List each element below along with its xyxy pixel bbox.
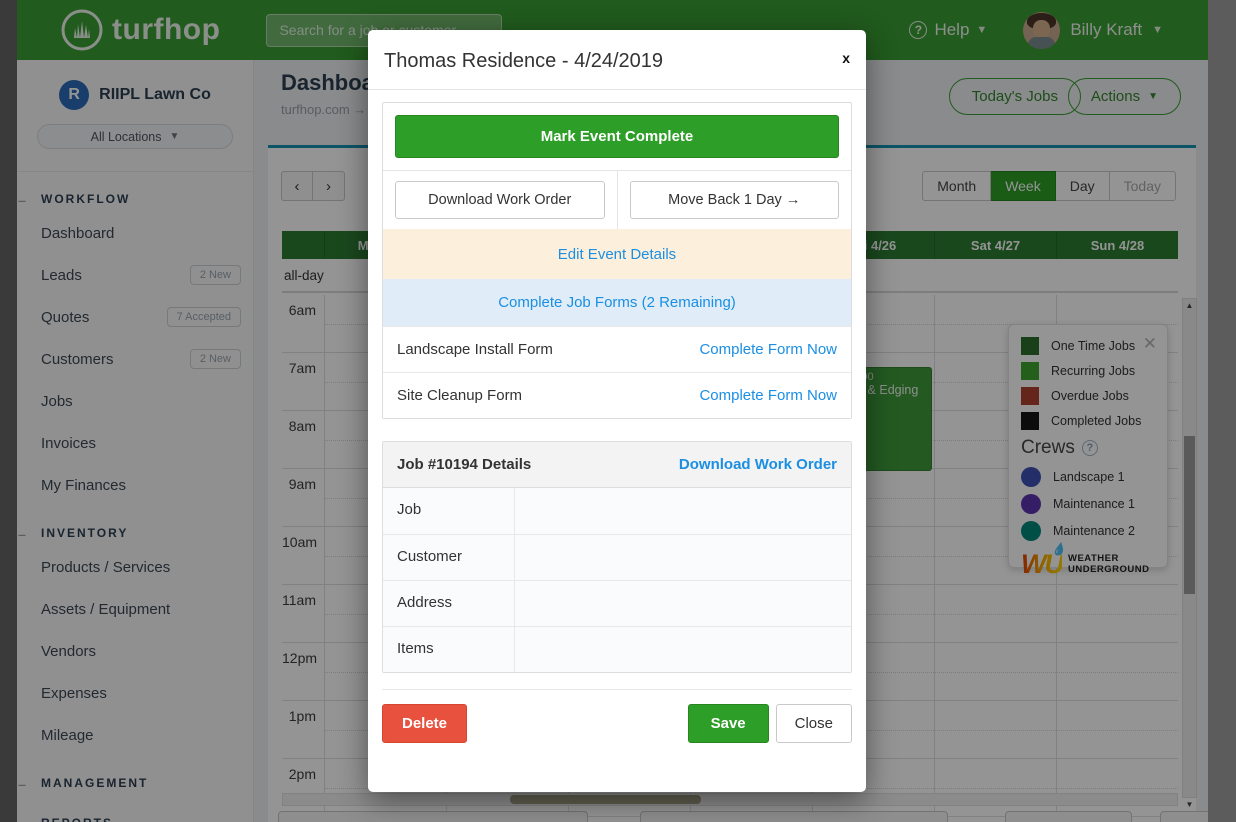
detail-label: Address (383, 581, 515, 626)
save-button[interactable]: Save (688, 704, 769, 743)
download-work-order-link[interactable]: Download Work Order (679, 456, 837, 473)
job-details-title: Job #10194 Details (397, 456, 531, 473)
job-details-box: Job #10194 Details Download Work Order J… (382, 441, 852, 673)
complete-job-forms-row[interactable]: Complete Job Forms (2 Remaining) (383, 279, 851, 326)
event-actions-box: Mark Event Complete Download Work Order … (382, 102, 852, 419)
job-details-header: Job #10194 Details Download Work Order (383, 442, 851, 488)
modal-header: Thomas Residence - 4/24/2019 x (368, 30, 866, 90)
edit-event-details-link[interactable]: Edit Event Details (558, 246, 676, 263)
detail-row-address: Address (383, 580, 851, 626)
detail-label: Job (383, 488, 515, 534)
detail-row-items: Items (383, 626, 851, 672)
modal-footer: Delete Save Close (382, 689, 852, 743)
event-modal: Thomas Residence - 4/24/2019 x Mark Even… (368, 30, 866, 792)
detail-row-job: Job (383, 488, 851, 534)
complete-job-forms-link[interactable]: Complete Job Forms (2 Remaining) (498, 294, 736, 311)
mark-event-complete-button[interactable]: Mark Event Complete (395, 115, 839, 158)
detail-label: Items (383, 627, 515, 672)
delete-button[interactable]: Delete (382, 704, 467, 743)
complete-form-now-link[interactable]: Complete Form Now (699, 341, 837, 358)
job-form-row: Landscape Install Form Complete Form Now (383, 326, 851, 372)
close-icon[interactable]: x (842, 50, 850, 66)
move-back-button[interactable]: Move Back 1 Day → (630, 181, 840, 219)
job-form-name: Site Cleanup Form (397, 387, 522, 404)
detail-label: Customer (383, 535, 515, 580)
edit-event-details-row[interactable]: Edit Event Details (383, 229, 851, 279)
modal-title: Thomas Residence - 4/24/2019 (384, 50, 663, 72)
app-root: turfhop ? Help ▼ Billy Kraft ▼ R RIIPL L… (0, 0, 1236, 822)
detail-row-customer: Customer (383, 534, 851, 580)
window-edge-right (1208, 0, 1236, 822)
complete-form-now-link[interactable]: Complete Form Now (699, 387, 837, 404)
download-work-order-button[interactable]: Download Work Order (395, 181, 605, 219)
job-form-name: Landscape Install Form (397, 341, 553, 358)
close-button[interactable]: Close (776, 704, 852, 743)
job-form-row: Site Cleanup Form Complete Form Now (383, 372, 851, 418)
